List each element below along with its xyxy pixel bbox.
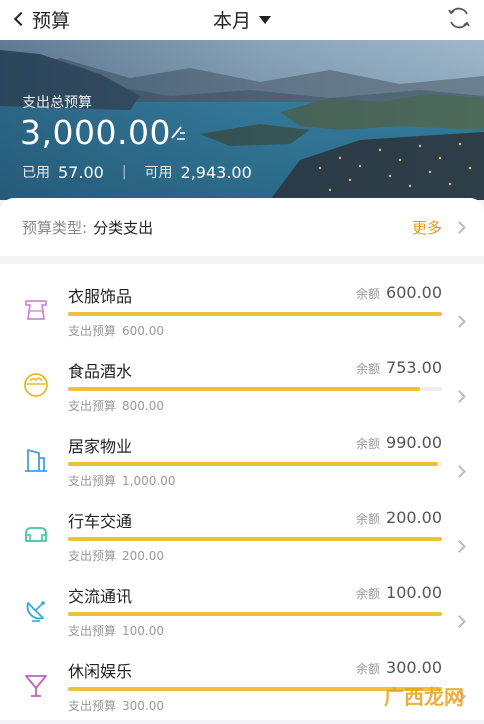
remaining-value: 600.00: [386, 283, 442, 302]
remaining-label: 余额: [356, 360, 380, 377]
chevron-right-icon: [453, 540, 466, 553]
budget: 支出预算 200.00: [68, 547, 164, 564]
budget: 支出预算 300.00: [68, 697, 164, 714]
category-name: 居家物业: [68, 433, 132, 457]
progress-track: [68, 537, 442, 541]
progress-fill: [68, 387, 420, 391]
budget-value: 200.00: [122, 549, 164, 563]
total-budget-amount: 3,000.00: [20, 113, 171, 152]
category-item-home[interactable]: 居家物业 余额 990.00 支出预算 1,000.00: [0, 424, 484, 499]
stats-divider: |: [122, 164, 127, 180]
remaining: 余额 200.00: [356, 508, 442, 527]
dropdown-triangle-icon: [259, 16, 271, 24]
used-label: 已用: [22, 162, 50, 182]
category-name: 行车交通: [68, 508, 132, 532]
remaining-value: 300.00: [386, 658, 442, 677]
chevron-right-icon: [453, 390, 466, 403]
budget-label: 支出预算: [68, 474, 116, 488]
budget-value: 600.00: [122, 324, 164, 338]
budget-label: 支出预算: [68, 399, 116, 413]
used-value: 57.00: [58, 163, 104, 182]
remaining-value: 200.00: [386, 508, 442, 527]
total-budget-label: 支出总预算: [22, 92, 92, 112]
remaining: 余额 600.00: [356, 283, 442, 302]
budget: 支出预算 600.00: [68, 322, 164, 339]
remaining-label: 余额: [356, 585, 380, 602]
budget-usage-stats: 已用 57.00 | 可用 2,943.00: [22, 162, 252, 182]
remaining-label: 余额: [356, 510, 380, 527]
available-value: 2,943.00: [181, 163, 252, 182]
budget-label: 支出预算: [68, 324, 116, 338]
category-name: 食品酒水: [68, 358, 132, 382]
budget: 支出预算 800.00: [68, 397, 164, 414]
refresh-icon[interactable]: [446, 5, 472, 31]
remaining-label: 余额: [356, 660, 380, 677]
budget-type-label: 预算类型:: [22, 217, 87, 238]
progress-fill: [68, 312, 442, 316]
budget-value: 1,000.00: [122, 474, 175, 488]
remaining: 余额 300.00: [356, 658, 442, 677]
category-budget-list: 衣服饰品 余额 600.00 支出预算 600.00 食品酒水 余额 753.00 支…: [0, 264, 484, 720]
budget-label: 支出预算: [68, 624, 116, 638]
remaining: 余额 753.00: [356, 358, 442, 377]
budget-value: 300.00: [122, 699, 164, 713]
category-item-communication[interactable]: 交流通讯 余额 100.00 支出预算 100.00: [0, 574, 484, 649]
chevron-right-icon: [453, 615, 466, 628]
budget-type-row[interactable]: 预算类型: 分类支出 更多: [0, 198, 484, 256]
remaining-value: 990.00: [386, 433, 442, 452]
progress-fill: [68, 537, 442, 541]
category-item-transport[interactable]: 行车交通 余额 200.00 支出预算 200.00: [0, 499, 484, 574]
remaining-label: 余额: [356, 285, 380, 302]
car-icon: [20, 519, 52, 551]
period-title: 本月: [213, 6, 251, 33]
category-item-clothing[interactable]: 衣服饰品 余额 600.00 支出预算 600.00: [0, 274, 484, 349]
remaining-label: 余额: [356, 435, 380, 452]
remaining-value: 753.00: [386, 358, 442, 377]
available-label: 可用: [145, 162, 173, 182]
cocktail-icon: [20, 669, 52, 701]
more-link[interactable]: 更多: [412, 217, 442, 238]
budget: 支出预算 100.00: [68, 622, 164, 639]
watermark: 广西龙网: [384, 681, 464, 710]
chevron-right-icon: [453, 315, 466, 328]
category-name: 休闲娱乐: [68, 658, 132, 682]
period-selector[interactable]: 本月: [0, 4, 484, 34]
remaining-value: 100.00: [386, 583, 442, 602]
progress-track: [68, 387, 442, 391]
budget-value: 800.00: [122, 399, 164, 413]
budget: 支出预算 1,000.00: [68, 472, 175, 489]
category-item-food[interactable]: 食品酒水 余额 753.00 支出预算 800.00: [0, 349, 484, 424]
chevron-right-icon: [453, 221, 466, 234]
budget-value: 100.00: [122, 624, 164, 638]
progress-track: [68, 312, 442, 316]
food-icon: [20, 369, 52, 401]
category-name: 衣服饰品: [68, 283, 132, 307]
top-nav: 预算 本月: [0, 0, 484, 40]
budget-summary-banner: 支出总预算 3,000.00 已用 57.00 | 可用 2,943.00: [0, 40, 484, 200]
remaining: 余额 100.00: [356, 583, 442, 602]
progress-track: [68, 612, 442, 616]
progress-fill: [68, 462, 438, 466]
remaining: 余额 990.00: [356, 433, 442, 452]
chevron-right-icon: [453, 465, 466, 478]
clothing-icon: [20, 294, 52, 326]
edit-pen-icon[interactable]: [168, 122, 188, 142]
home-icon: [20, 444, 52, 476]
category-name: 交流通讯: [68, 583, 132, 607]
budget-label: 支出预算: [68, 549, 116, 563]
progress-fill: [68, 612, 442, 616]
budget-label: 支出预算: [68, 699, 116, 713]
progress-track: [68, 462, 442, 466]
budget-type-value: 分类支出: [93, 217, 153, 238]
satellite-icon: [20, 594, 52, 626]
